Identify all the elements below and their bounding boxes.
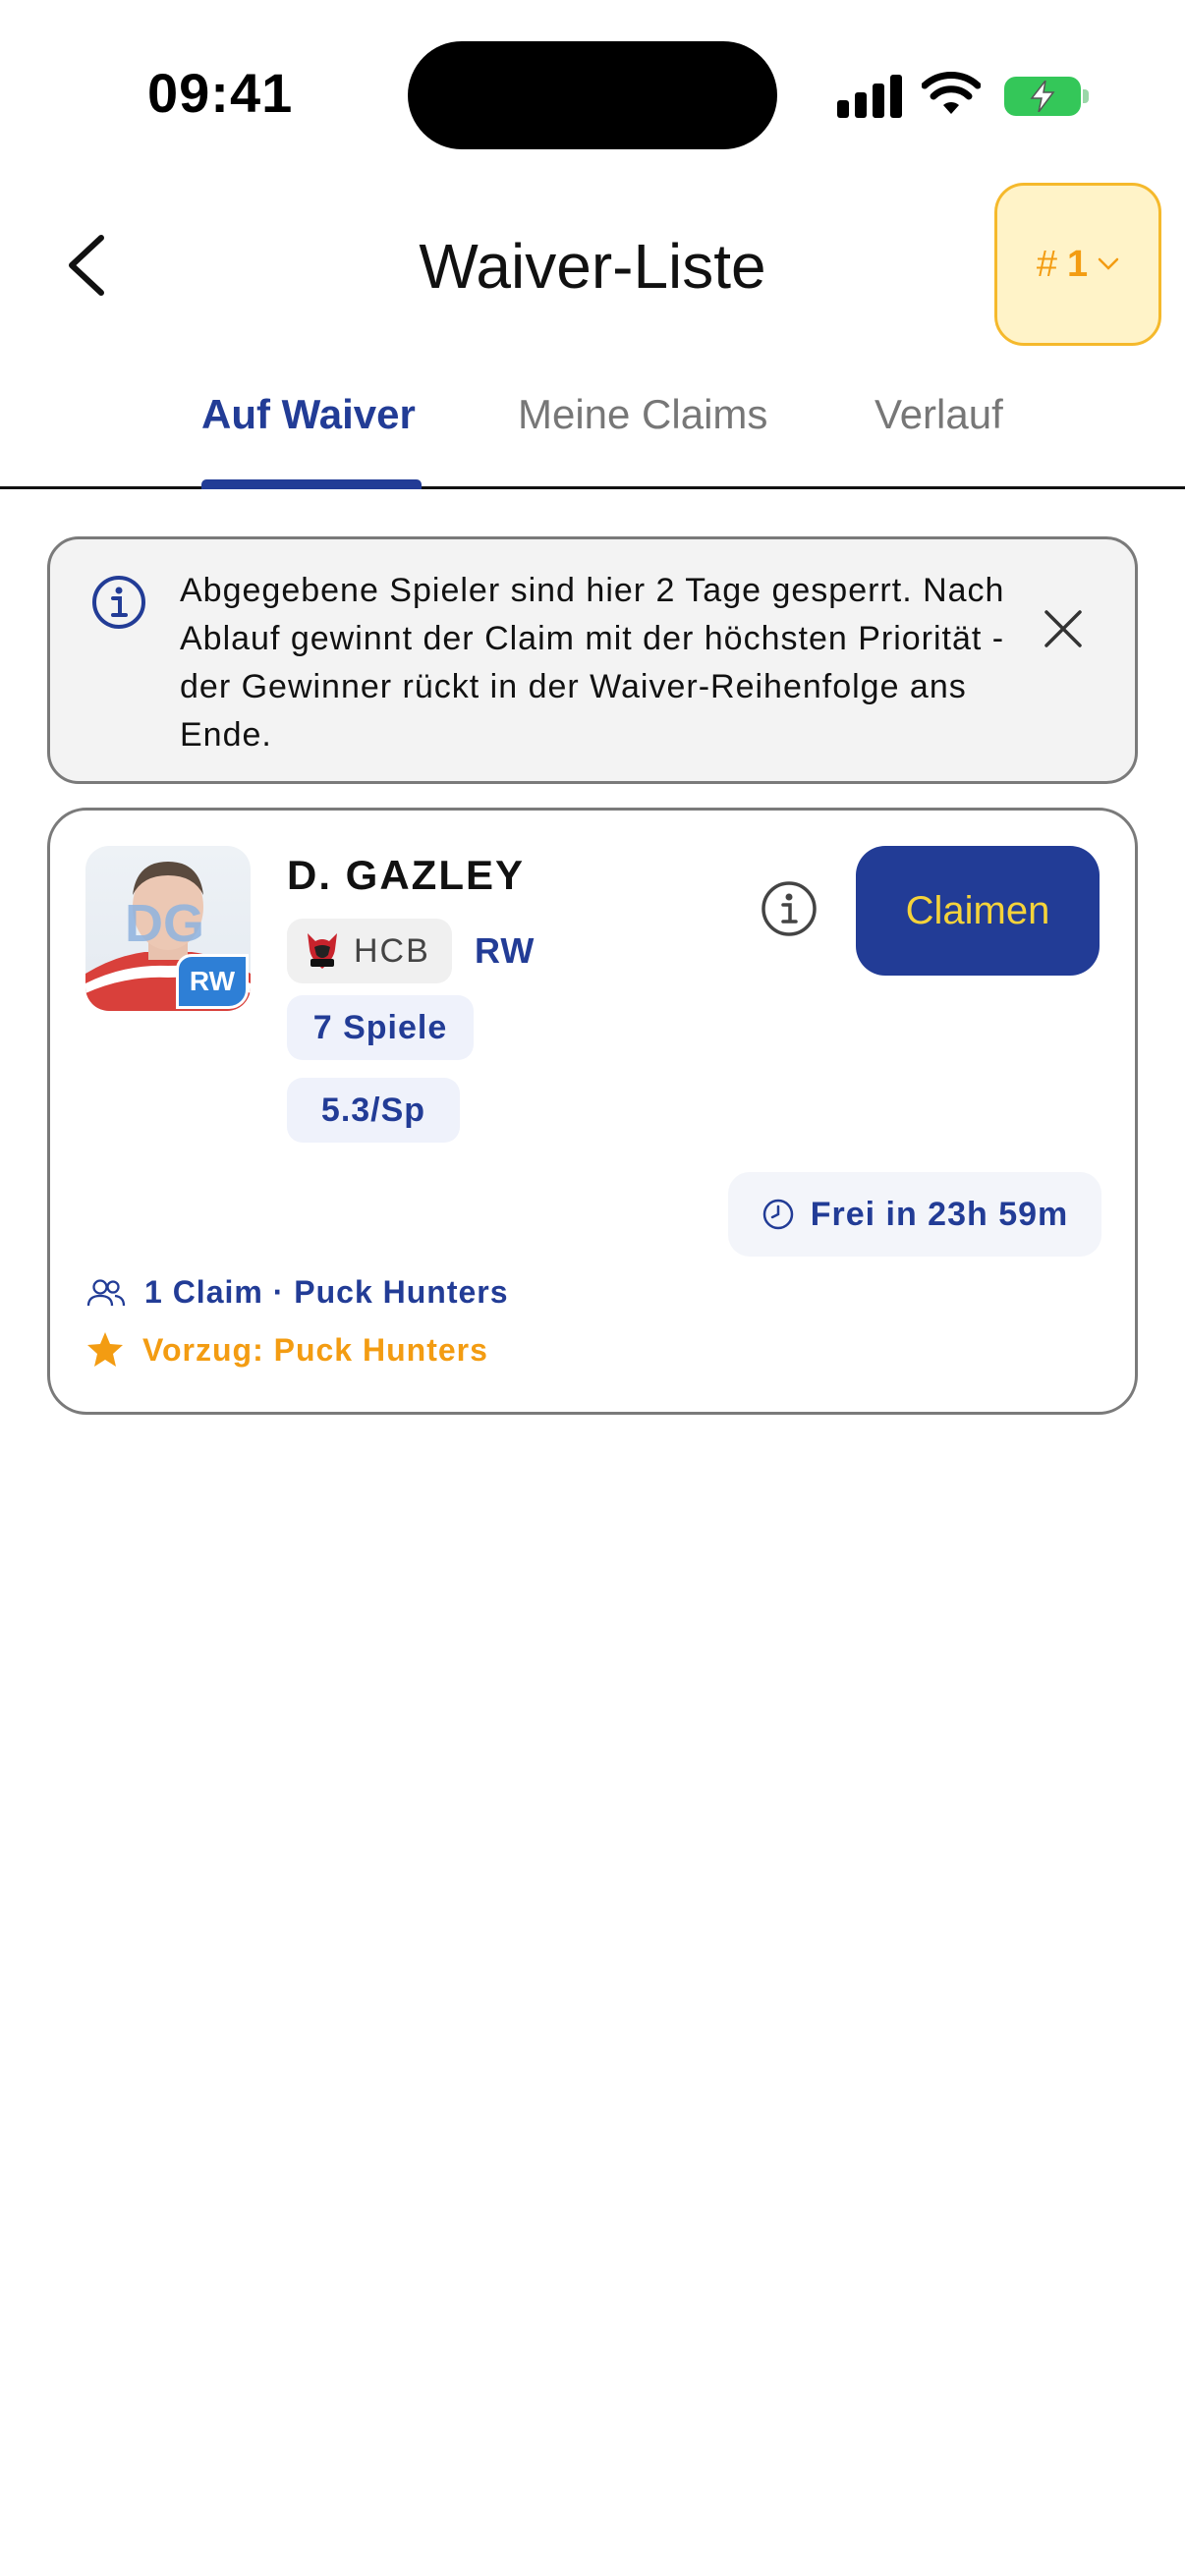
tab-meine-claims[interactable]: Meine Claims — [518, 391, 767, 438]
waiver-player-card: DG RW D. GAZLEY HCB RW 7 Spiele 5.3/Sp C… — [47, 808, 1138, 1415]
team-logo-icon — [308, 933, 337, 969]
info-banner-text: Abgegebene Spieler sind hier 2 Tage gesp… — [180, 572, 1005, 754]
battery-charging-icon — [1004, 77, 1089, 116]
points-per-game-chip: 5.3/Sp — [287, 1078, 460, 1143]
player-info-icon[interactable] — [760, 879, 818, 938]
close-icon[interactable] — [1041, 606, 1086, 651]
nav-header: Waiver-Liste # 1 — [0, 177, 1185, 354]
team-name: HCB — [354, 931, 430, 970]
info-icon — [92, 576, 145, 629]
claim-button[interactable]: Claimen — [856, 846, 1100, 976]
claims-summary-row: 1 Claim · Puck Hunters — [85, 1274, 509, 1311]
clock-icon — [762, 1199, 793, 1230]
player-initials: DG — [125, 894, 204, 953]
star-icon — [87, 1332, 123, 1367]
rank-hash: # — [1036, 243, 1057, 285]
tab-bar: Auf Waiver Meine Claims Verlauf — [0, 356, 1185, 489]
claims-summary-text: 1 Claim · Puck Hunters — [144, 1274, 509, 1310]
preference-row: Vorzug: Puck Hunters — [85, 1331, 488, 1369]
team-chip: HCB — [287, 919, 452, 983]
tab-auf-waiver[interactable]: Auf Waiver — [201, 391, 416, 438]
waiver-rank-dropdown[interactable]: # 1 — [994, 183, 1161, 346]
position-badge: RW — [176, 954, 249, 1009]
dynamic-island — [408, 41, 777, 149]
users-icon — [86, 1278, 126, 1306]
info-banner: Abgegebene Spieler sind hier 2 Tage gesp… — [47, 536, 1138, 784]
player-avatar[interactable]: DG RW — [85, 846, 251, 1011]
wifi-icon — [922, 72, 981, 114]
preference-text: Vorzug: Puck Hunters — [142, 1331, 488, 1368]
games-played-chip: 7 Spiele — [287, 995, 474, 1060]
cellular-signal-icon — [837, 75, 902, 118]
free-in-countdown: Frei in 23h 59m — [728, 1172, 1101, 1257]
free-in-text: Frei in 23h 59m — [810, 1195, 1069, 1233]
active-tab-indicator — [201, 479, 422, 489]
status-time: 09:41 — [147, 62, 294, 124]
player-name[interactable]: D. GAZLEY — [287, 852, 525, 899]
player-position: RW — [475, 930, 536, 971]
status-bar: 09:41 — [0, 0, 1185, 177]
chevron-down-icon — [1098, 257, 1119, 270]
rank-value: 1 — [1067, 243, 1089, 285]
tab-verlauf[interactable]: Verlauf — [875, 391, 1003, 438]
